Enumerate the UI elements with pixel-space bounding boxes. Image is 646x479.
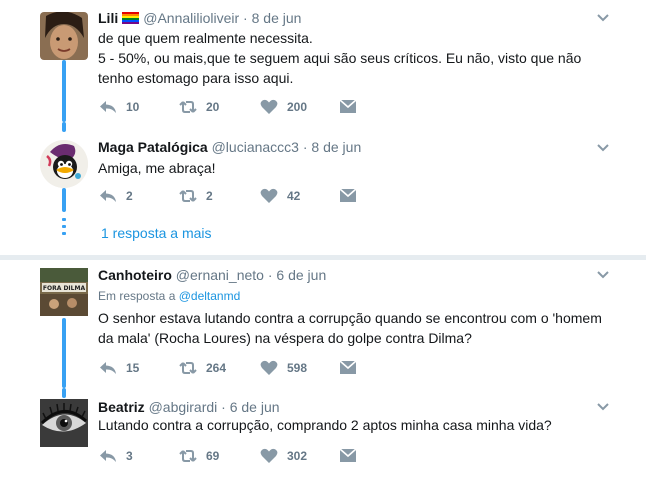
tweet-canhoteiro[interactable]: FORA DILMA Canhoteiro @ernani_neto · 6 d… xyxy=(0,260,646,388)
retweet-button[interactable]: 264 xyxy=(178,357,226,379)
like-button[interactable]: 302 xyxy=(259,445,307,467)
retweet-icon xyxy=(179,362,197,374)
tweet-text: de que quem realmente necessita. 5 - 50%… xyxy=(98,30,582,86)
avatar[interactable] xyxy=(40,12,88,60)
retweet-button[interactable]: 2 xyxy=(178,185,213,207)
avatar-banner-text: FORA DILMA xyxy=(43,285,86,292)
thread-dots xyxy=(62,218,66,239)
thread-line xyxy=(62,388,66,398)
tweet-header: Maga Patalógica @lucianaccc3 · 8 de jun xyxy=(98,138,361,156)
display-name[interactable]: Canhoteiro xyxy=(98,267,172,283)
tweet-lili[interactable]: Lili @Annalilioliveir · 8 de jun de que q… xyxy=(0,0,646,122)
tweet-header: Beatriz @abgirardi · 6 de jun xyxy=(98,398,280,416)
timestamp[interactable]: 6 de jun xyxy=(230,399,280,415)
tweet-text: O senhor estava lutando contra a corrupç… xyxy=(98,310,602,346)
separator: · xyxy=(221,399,226,415)
caret-down-icon[interactable] xyxy=(596,268,610,282)
retweet-count: 2 xyxy=(206,189,213,203)
direct-message-icon xyxy=(339,99,357,113)
reply-count: 2 xyxy=(126,189,133,203)
reply-count: 3 xyxy=(126,449,133,463)
separator: · xyxy=(243,10,248,26)
reply-context: Em resposta a @deltanmd xyxy=(98,288,240,304)
like-count: 200 xyxy=(287,100,308,114)
thread-line xyxy=(62,318,66,388)
reply-button[interactable]: 15 xyxy=(98,357,139,379)
avatar[interactable] xyxy=(40,140,88,188)
display-name[interactable]: Lili xyxy=(98,10,118,26)
thread-line xyxy=(62,60,66,122)
tweet-header: Canhoteiro @ernani_neto · 6 de jun xyxy=(98,266,326,284)
thread-line xyxy=(62,188,66,212)
like-button[interactable]: 42 xyxy=(259,185,300,207)
like-count: 42 xyxy=(287,189,301,203)
retweet-icon xyxy=(179,450,197,462)
tweet-actions: 2 2 42 xyxy=(98,185,368,207)
direct-message-button[interactable] xyxy=(338,185,366,207)
username[interactable]: @ernani_neto xyxy=(176,267,264,283)
conversation-stream: Lili @Annalilioliveir · 8 de jun de que q… xyxy=(0,0,646,479)
reply-count: 15 xyxy=(126,361,140,375)
reply-button[interactable]: 3 xyxy=(98,445,133,467)
direct-message-icon xyxy=(339,360,357,374)
like-button[interactable]: 598 xyxy=(259,357,307,379)
like-icon xyxy=(260,188,278,203)
direct-message-icon xyxy=(339,448,357,462)
username[interactable]: @Annalilioliveir xyxy=(143,10,239,26)
reply-prefix: Em resposta a xyxy=(98,289,176,303)
like-icon xyxy=(260,99,278,114)
reply-count: 10 xyxy=(126,100,140,114)
tweet-actions: 10 20 200 xyxy=(98,96,368,118)
timestamp[interactable]: 6 de jun xyxy=(276,267,326,283)
separator: · xyxy=(267,267,273,283)
tweet-text: Lutando contra a corrupção, comprando 2 … xyxy=(98,417,552,433)
avatar[interactable] xyxy=(40,399,88,447)
username[interactable]: @lucianaccc3 xyxy=(212,139,299,155)
avatar[interactable]: FORA DILMA xyxy=(40,268,88,316)
reply-icon xyxy=(100,190,116,202)
username[interactable]: @abgirardi xyxy=(149,399,218,415)
reply-icon xyxy=(100,450,116,462)
reply-mention-link[interactable]: @deltanmd xyxy=(179,289,241,303)
retweet-button[interactable]: 69 xyxy=(178,445,219,467)
retweet-count: 69 xyxy=(206,449,220,463)
tweet-beatriz[interactable]: Beatriz @abgirardi · 6 de jun Lutando co… xyxy=(0,388,646,479)
tweet-maga-patalogica[interactable]: Maga Patalógica @lucianaccc3 · 8 de jun … xyxy=(0,122,646,255)
timestamp[interactable]: 8 de jun xyxy=(252,10,302,26)
retweet-icon xyxy=(179,190,197,202)
tweet-actions: 3 69 302 xyxy=(98,445,368,467)
retweet-icon xyxy=(179,101,197,113)
timestamp[interactable]: 8 de jun xyxy=(311,139,361,155)
tweet-actions: 15 264 598 xyxy=(98,357,368,379)
tweet-header: Lili @Annalilioliveir · 8 de jun xyxy=(98,9,301,27)
retweet-count: 264 xyxy=(206,361,227,375)
more-replies-link[interactable]: 1 resposta a mais xyxy=(101,224,212,242)
reply-button[interactable]: 10 xyxy=(98,96,139,118)
like-icon xyxy=(260,448,278,463)
separator: · xyxy=(302,139,308,155)
retweet-button[interactable]: 20 xyxy=(178,96,219,118)
like-button[interactable]: 200 xyxy=(259,96,307,118)
rainbow-flag-icon xyxy=(122,10,140,24)
direct-message-button[interactable] xyxy=(338,96,366,118)
caret-down-icon[interactable] xyxy=(596,400,610,414)
direct-message-button[interactable] xyxy=(338,445,366,467)
caret-down-icon[interactable] xyxy=(596,141,610,155)
like-icon xyxy=(260,360,278,375)
like-count: 302 xyxy=(287,449,308,463)
like-count: 598 xyxy=(287,361,308,375)
thread-line xyxy=(62,122,66,132)
reply-button[interactable]: 2 xyxy=(98,185,133,207)
display-name[interactable]: Maga Patalógica xyxy=(98,139,208,155)
direct-message-button[interactable] xyxy=(338,357,366,379)
direct-message-icon xyxy=(339,188,357,202)
display-name[interactable]: Beatriz xyxy=(98,399,145,415)
reply-icon xyxy=(100,362,116,374)
reply-icon xyxy=(100,101,116,113)
tweet-text: Amiga, me abraça! xyxy=(98,160,216,176)
retweet-count: 20 xyxy=(206,100,220,114)
caret-down-icon[interactable] xyxy=(596,11,610,25)
